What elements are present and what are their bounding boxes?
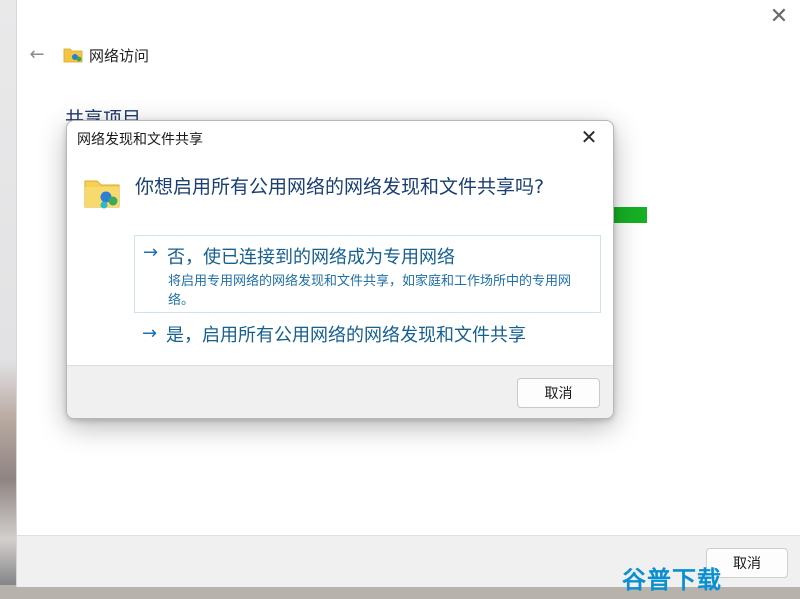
progress-bar-fill (613, 207, 647, 223)
option-no-description: 将启用专用网络的网络发现和文件共享，如家庭和工作场所中的专用网络。 (168, 274, 572, 308)
network-discovery-dialog: 网络发现和文件共享 ✕ 你想启用所有公用网络的网络发现和文件共享吗? → 否，使… (66, 120, 614, 419)
option-make-private-network[interactable]: → 否，使已连接到的网络成为专用网络 将启用专用网络的网络发现和文件共享，如家庭… (134, 235, 601, 313)
dialog-question: 你想启用所有公用网络的网络发现和文件共享吗? (135, 176, 545, 198)
window-close-icon[interactable]: ✕ (768, 6, 790, 28)
arrow-right-icon: → (142, 323, 158, 344)
dialog-footer: 取消 (67, 365, 613, 418)
window-nav-row: ← 网络访问 (27, 42, 149, 68)
back-arrow-icon[interactable]: ← (27, 45, 47, 65)
dialog-close-icon[interactable]: ✕ (577, 125, 601, 149)
option-yes-label: 是，启用所有公用网络的网络发现和文件共享 (166, 325, 526, 346)
arrow-right-icon: → (143, 242, 159, 263)
dialog-cancel-button[interactable]: 取消 (517, 378, 600, 408)
dialog-title: 网络发现和文件共享 (77, 132, 203, 148)
network-folder-icon (84, 180, 120, 209)
option-no-label: 否，使已连接到的网络成为专用网络 (167, 247, 455, 268)
option-enable-all-public[interactable]: → 是，启用所有公用网络的网络发现和文件共享 (134, 317, 601, 351)
network-folder-icon (63, 48, 83, 63)
watermark-logo: 谷普下载 (622, 566, 722, 594)
window-title: 网络访问 (89, 46, 150, 65)
